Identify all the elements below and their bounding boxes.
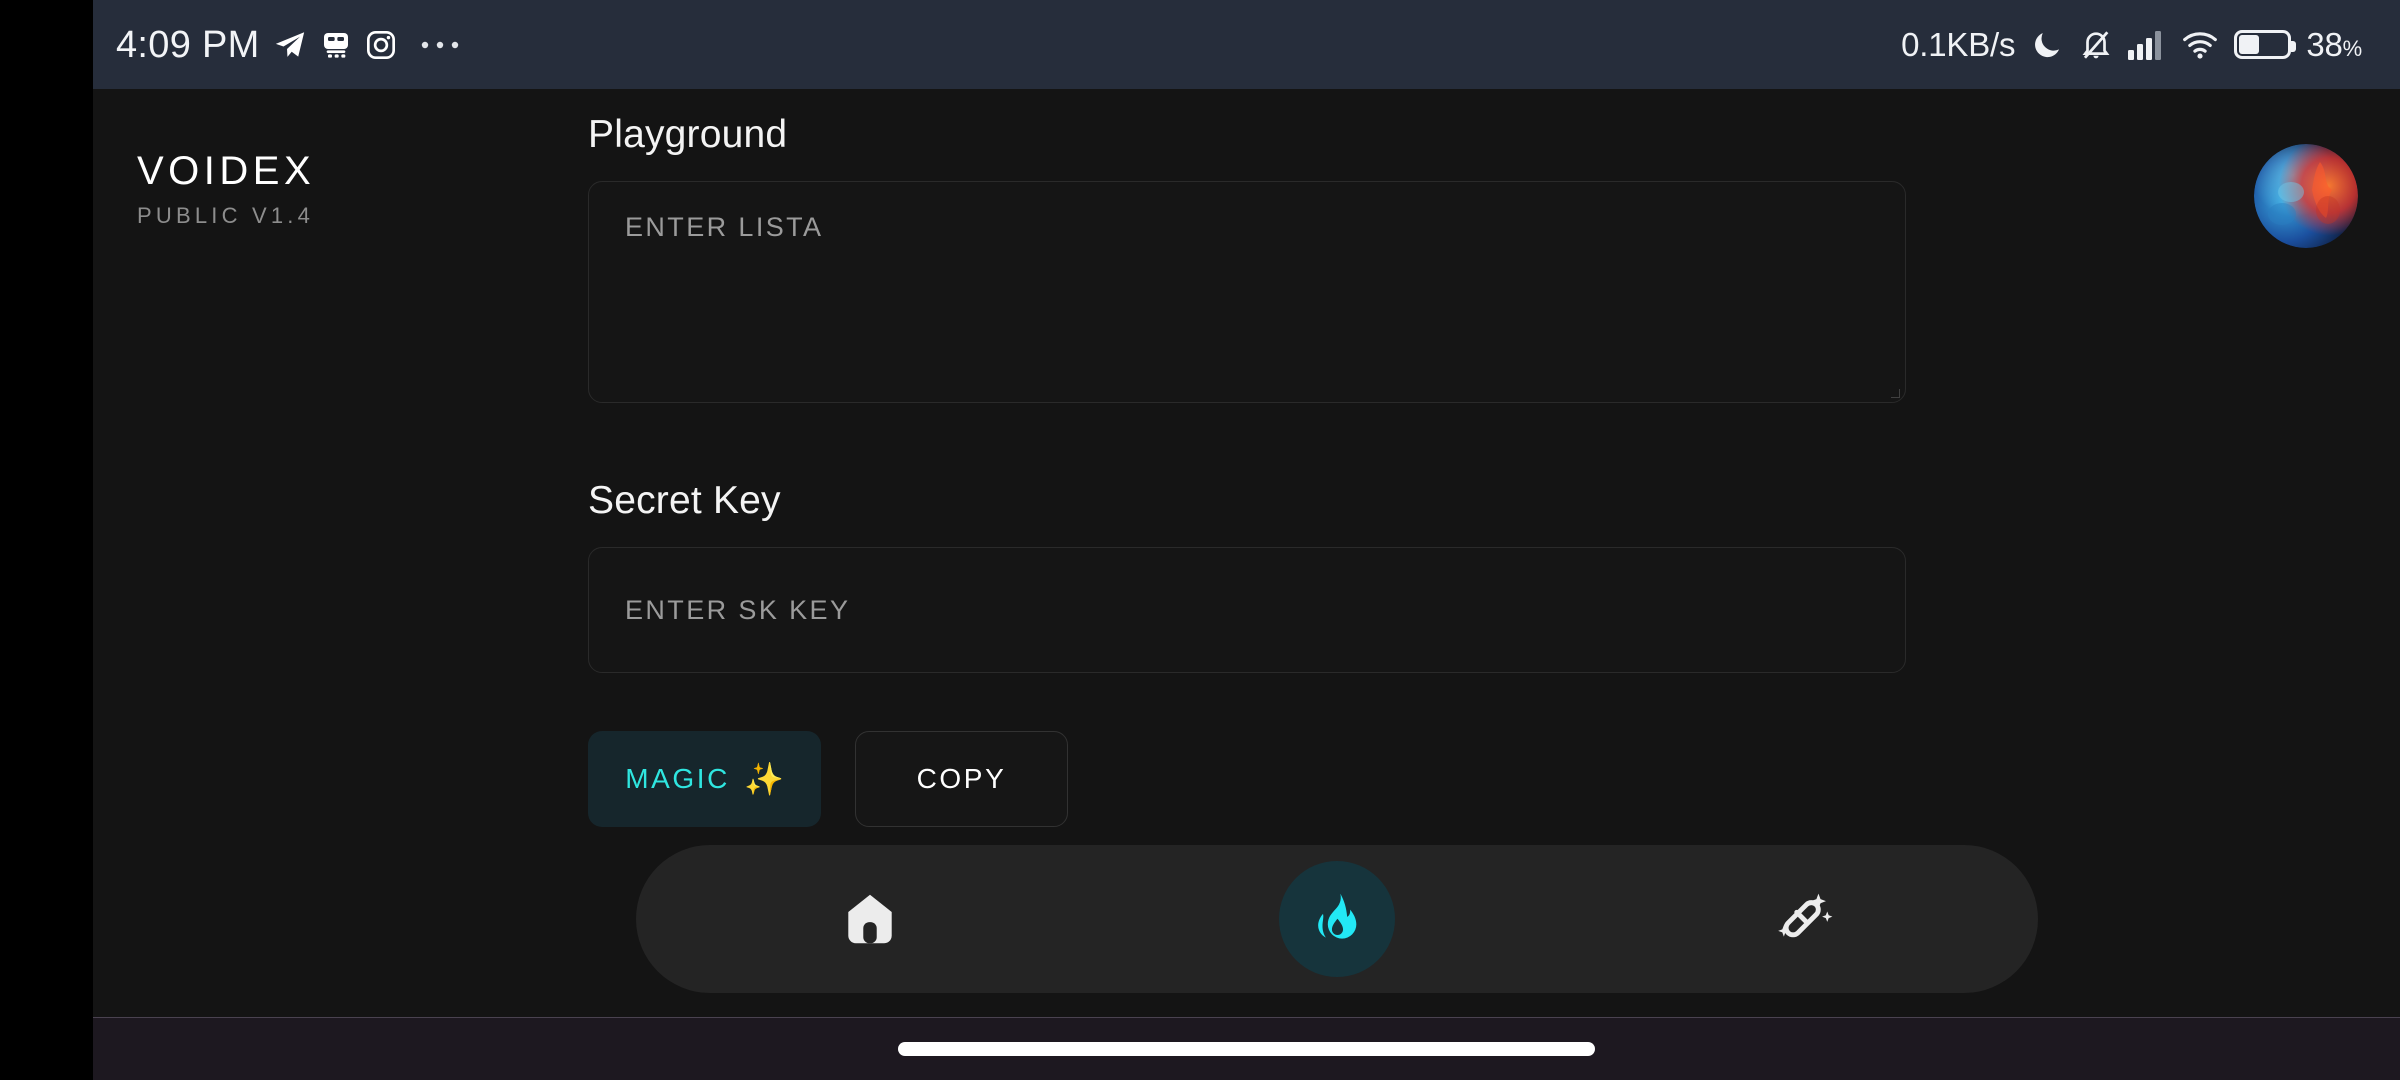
gesture-nav-bar	[93, 1017, 2400, 1080]
nav-item-magic-wand[interactable]	[1704, 845, 1904, 993]
brand-block: VOIDEX PUBLIC V1.4	[137, 149, 315, 229]
status-bar-right: 0.1KB/s 38%	[1901, 26, 2362, 64]
flame-icon	[1308, 890, 1366, 948]
secret-key-placeholder: ENTER SK KEY	[625, 594, 851, 625]
app-icon	[320, 29, 352, 61]
app-body: VOIDEX PUBLIC V1.4 Playground ENTER LIST…	[93, 89, 2400, 1017]
textarea-resize-handle[interactable]	[1888, 386, 1900, 398]
copy-button[interactable]: COPY	[855, 731, 1068, 827]
status-bar-left: 4:09 PM	[116, 26, 460, 64]
magic-wand-icon	[1773, 888, 1835, 950]
moon-icon	[2030, 28, 2064, 62]
sparkles-icon: ✨	[743, 761, 784, 797]
magic-button-label: MAGIC	[625, 763, 730, 794]
brand-name: VOIDEX	[137, 149, 316, 193]
more-dots-icon	[420, 38, 460, 52]
battery-icon	[2234, 30, 2297, 59]
secret-key-title: Secret Key	[588, 479, 781, 522]
bottom-nav	[636, 845, 2038, 993]
action-buttons: MAGIC ✨ COPY	[588, 731, 2008, 827]
playground-title: Playground	[588, 113, 788, 156]
home-indicator[interactable]	[898, 1042, 1595, 1056]
lista-placeholder: ENTER LISTA	[625, 212, 824, 242]
screen-root: 4:09 PM 0.1KB/s 38% VOIDEX PUBLIC V1.4 P…	[0, 0, 2400, 1080]
playground-section: Playground ENTER LISTA	[588, 113, 2008, 403]
avatar[interactable]	[2254, 144, 2358, 248]
signal-icon	[2128, 30, 2166, 60]
lista-textarea[interactable]: ENTER LISTA	[588, 181, 1906, 403]
phone-viewport: 4:09 PM 0.1KB/s 38% VOIDEX PUBLIC V1.4 P…	[93, 0, 2400, 1080]
left-bezel	[0, 0, 93, 1080]
avatar-image	[2254, 144, 2358, 248]
content-column: Playground ENTER LISTA Secret Key ENTER …	[588, 113, 2008, 827]
secret-key-section: Secret Key ENTER SK KEY	[588, 479, 2008, 673]
battery-percent-label: 38%	[2306, 25, 2362, 63]
bell-off-icon	[2079, 28, 2113, 62]
brand-version: PUBLIC V1.4	[137, 203, 315, 228]
nav-active-indicator	[1278, 861, 1395, 977]
home-icon	[839, 888, 901, 950]
copy-button-label: COPY	[916, 763, 1007, 794]
magic-button[interactable]: MAGIC ✨	[588, 731, 821, 827]
status-bar-clock: 4:09 PM	[116, 23, 260, 66]
status-bar: 4:09 PM 0.1KB/s 38%	[93, 0, 2400, 89]
nav-item-home[interactable]	[770, 845, 970, 993]
wifi-icon	[2181, 30, 2219, 60]
network-speed-label: 0.1KB/s	[1901, 25, 2016, 63]
telegram-icon	[273, 28, 307, 62]
nav-item-flame[interactable]	[1237, 845, 1437, 993]
instagram-icon	[365, 29, 397, 61]
secret-key-input[interactable]: ENTER SK KEY	[588, 547, 1906, 673]
